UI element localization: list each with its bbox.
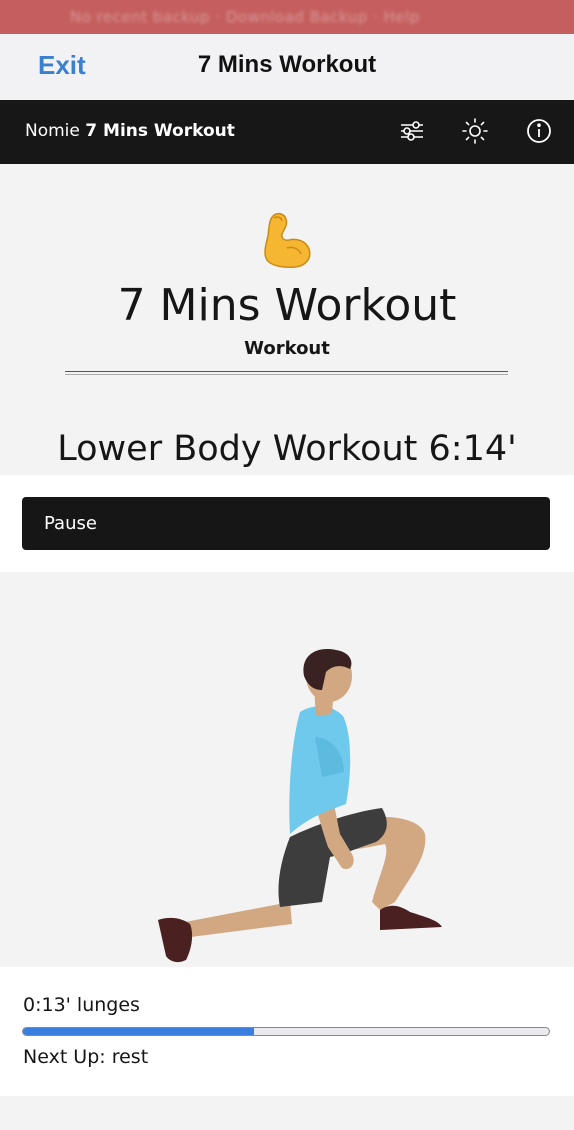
app-bar: Nomie 7 Mins Workout: [0, 100, 574, 164]
sliders-icon[interactable]: [397, 116, 427, 146]
progress-bar-fill: [23, 1028, 255, 1035]
next-up-label: Next Up: rest: [23, 1046, 149, 1068]
sun-icon[interactable]: [460, 116, 490, 146]
exercise-illustration: [0, 572, 574, 967]
exercise-progress-card: 0:13' lunges Next Up: rest: [0, 967, 574, 1096]
tracker-name: 7 Mins Workout: [85, 121, 235, 141]
flexed-biceps-icon: [264, 212, 311, 268]
app-brand: Nomie 7 Mins Workout: [25, 121, 235, 141]
exercise-progress-bar: [22, 1027, 550, 1036]
tracker-title: 7 Mins Workout: [117, 280, 457, 331]
browser-banner-text: No recent backup · Download Backup · Hel…: [70, 8, 420, 26]
current-exercise: 0:13' lunges: [23, 994, 140, 1016]
tracker-emoji: [0, 210, 574, 276]
tracker-subtitle: Workout: [244, 338, 330, 359]
workout-name-timer: Lower Body Workout 6:14': [57, 429, 517, 469]
divider: [65, 371, 508, 375]
controls-panel: Pause: [0, 475, 574, 572]
browser-banner: No recent backup · Download Backup · Hel…: [0, 0, 574, 34]
pause-button[interactable]: Pause: [22, 497, 550, 550]
modal-title: 7 Mins Workout: [197, 51, 377, 78]
brand-name: Nomie: [25, 121, 80, 141]
modal-header: Exit 7 Mins Workout: [0, 34, 574, 100]
info-icon[interactable]: [524, 116, 554, 146]
